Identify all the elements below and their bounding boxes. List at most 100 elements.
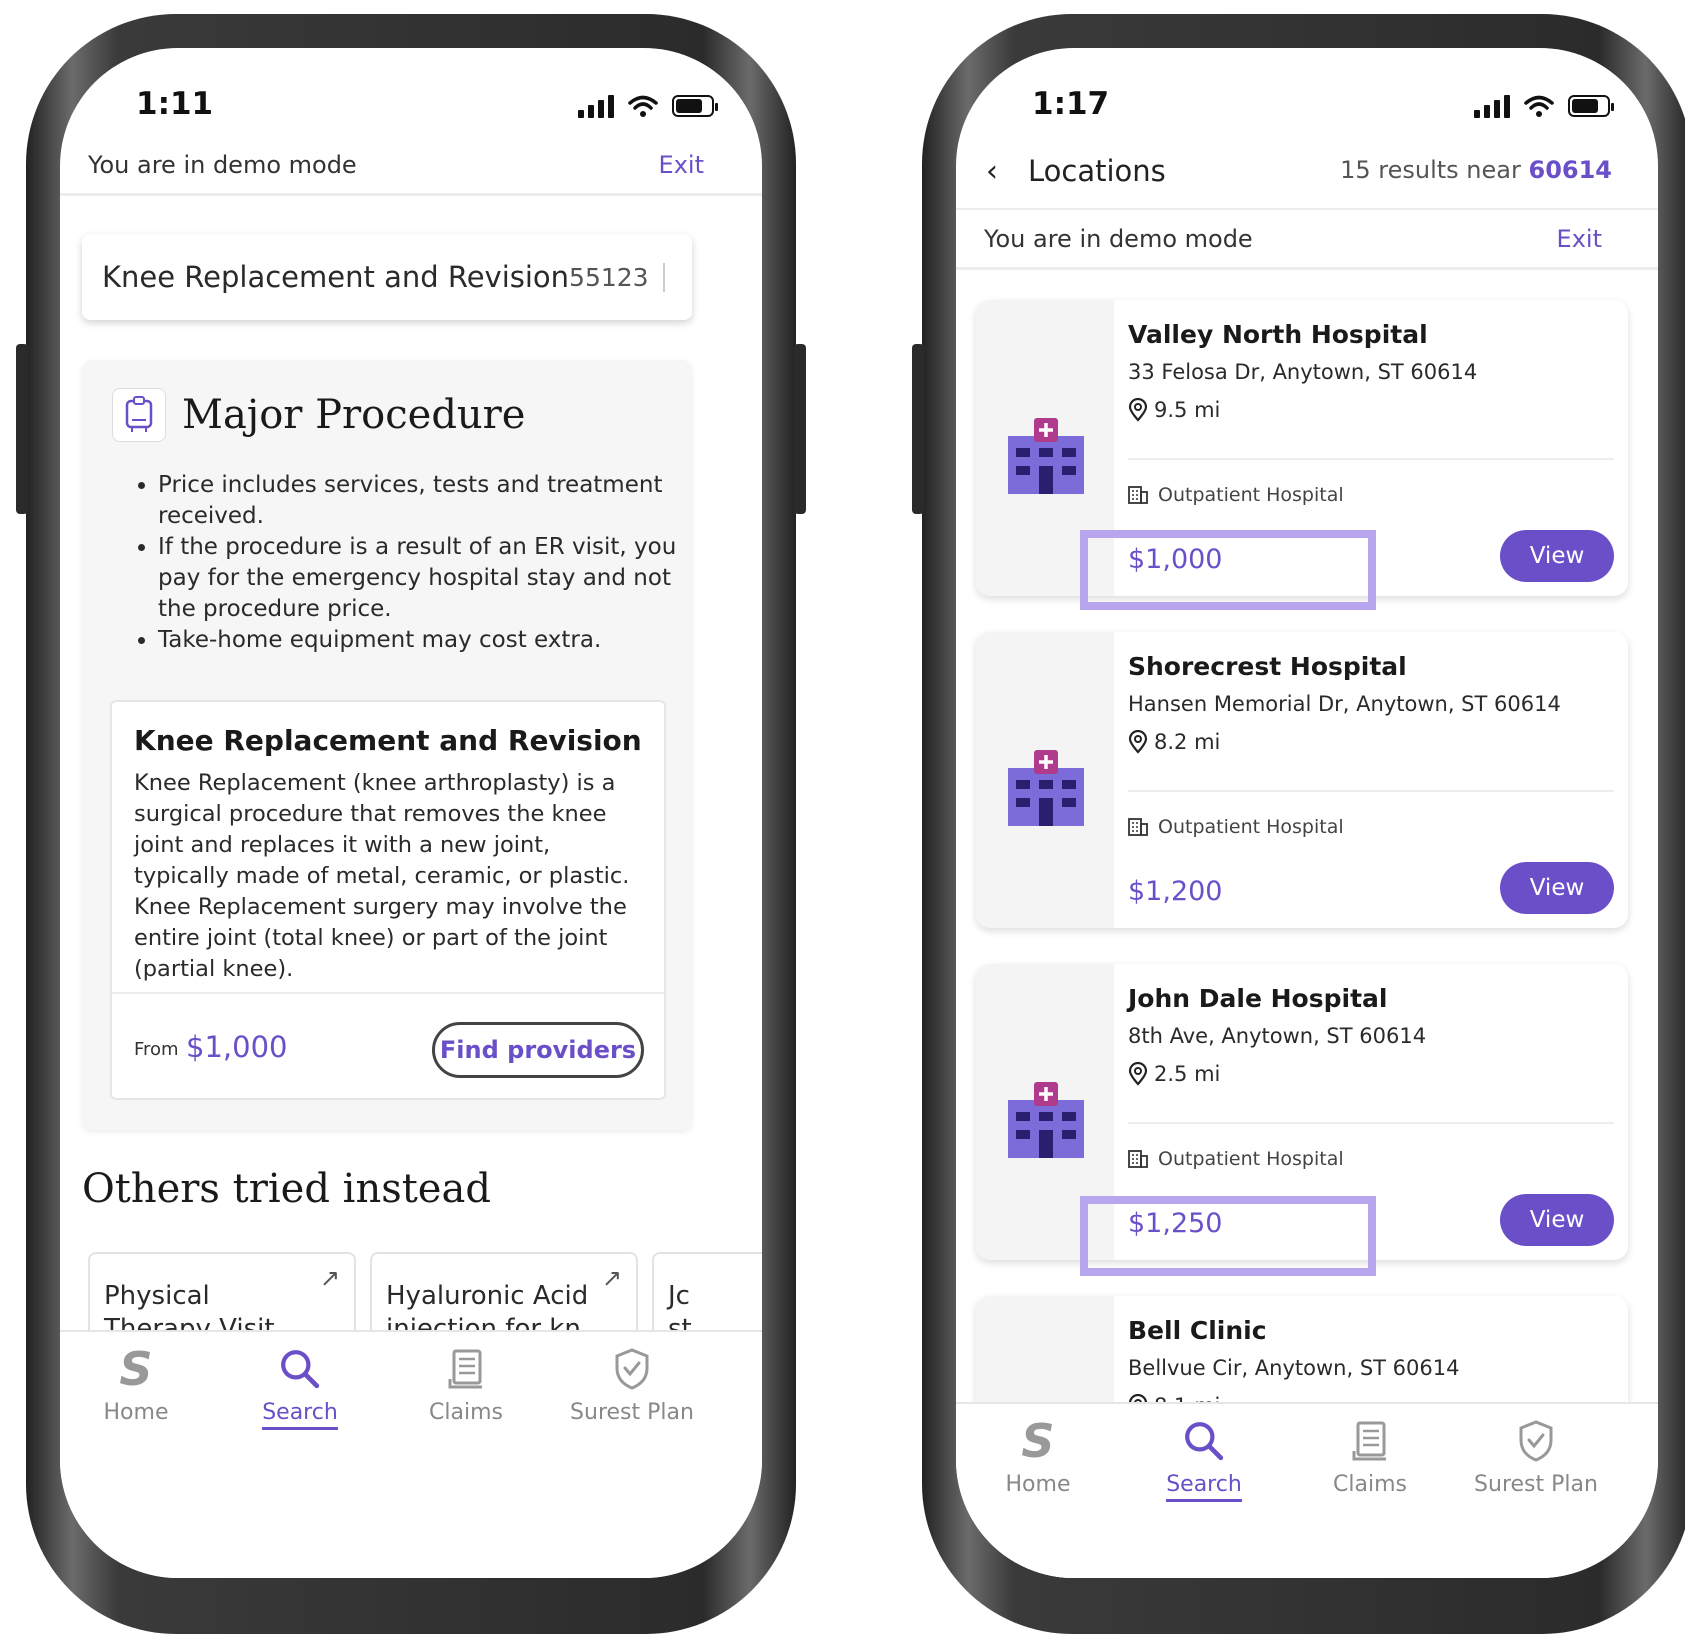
search-icon: [281, 1350, 320, 1389]
status-time: 1:11: [136, 86, 214, 122]
from-label: From: [134, 1039, 179, 1060]
side-button: [794, 344, 806, 514]
view-button[interactable]: View: [1500, 862, 1614, 914]
tab-bar: S Home Search Claims Surest Plan: [60, 1330, 762, 1578]
distance-text: 9.5 mi: [1154, 398, 1221, 422]
location-name: Valley North Hospital: [1128, 320, 1428, 349]
status-icons: [578, 94, 718, 118]
signal-icon: [1474, 94, 1510, 118]
exit-demo-link[interactable]: Exit: [659, 151, 704, 179]
arrow-up-right-icon: ↗: [319, 1264, 340, 1292]
view-button[interactable]: View: [1500, 1194, 1614, 1246]
location-address: Hansen Memorial Dr, Anytown, ST 60614: [1128, 692, 1561, 716]
location-distance: 8.2 mi: [1128, 730, 1220, 754]
bullet-item: Price includes services, tests and treat…: [158, 470, 698, 532]
shield-check-icon: [1519, 1420, 1553, 1462]
location-type: Outpatient Hospital: [1128, 484, 1344, 506]
battery-icon: [672, 95, 718, 117]
left-phone-screen: 1:11 You are in demo mode Exit Knee Repl…: [60, 48, 762, 1578]
location-name: John Dale Hospital: [1128, 984, 1388, 1013]
results-prefix: 15 results near: [1340, 156, 1521, 184]
status-bar: 1:17: [956, 86, 1658, 136]
location-name: Bell Clinic: [1128, 1316, 1267, 1345]
battery-icon: [1568, 95, 1614, 117]
hospital-icon: [1008, 418, 1084, 494]
location-card[interactable]: Shorecrest Hospital Hansen Memorial Dr, …: [976, 632, 1628, 928]
right-phone-frame: 1:17 ‹ Locations 15 results near 60614 Y…: [912, 14, 1685, 1634]
type-text: Outpatient Hospital: [1158, 816, 1344, 838]
search-bar[interactable]: Knee Replacement and Revision 55123: [82, 234, 692, 320]
results-zip[interactable]: 60614: [1529, 156, 1613, 184]
tab-label: Surest Plan: [570, 1400, 694, 1425]
detail-title: Knee Replacement and Revision: [134, 724, 642, 757]
location-distance: 9.5 mi: [1128, 398, 1220, 422]
distance-text: 2.5 mi: [1154, 1062, 1221, 1086]
location-type: Outpatient Hospital: [1128, 1148, 1344, 1170]
building-icon: [1128, 486, 1148, 504]
back-chevron-icon[interactable]: ‹: [986, 154, 998, 189]
tab-label: Search: [262, 1400, 338, 1430]
building-icon: [1128, 1150, 1148, 1168]
search-query[interactable]: Knee Replacement and Revision: [102, 260, 569, 294]
from-price: $1,000: [186, 1030, 288, 1064]
others-title: Others tried instead: [82, 1166, 491, 1212]
wifi-icon: [1524, 95, 1554, 117]
procedure-card: Major Procedure Price includes services,…: [82, 360, 692, 1130]
view-button[interactable]: View: [1500, 530, 1614, 582]
side-button: [16, 344, 28, 514]
find-providers-button[interactable]: Find providers: [432, 1022, 644, 1078]
building-icon: [1128, 818, 1148, 836]
tab-claims[interactable]: Claims: [378, 1344, 554, 1425]
demo-mode-text: You are in demo mode: [88, 150, 357, 179]
shield-check-icon: [615, 1348, 649, 1390]
tab-search[interactable]: Search: [1116, 1416, 1292, 1502]
right-phone-screen: 1:17 ‹ Locations 15 results near 60614 Y…: [956, 48, 1658, 1578]
tab-home[interactable]: S Home: [956, 1414, 1126, 1497]
left-phone-frame: 1:11 You are in demo mode Exit Knee Repl…: [16, 14, 806, 1634]
price-highlight-box: [1080, 530, 1376, 610]
tab-claims[interactable]: Claims: [1282, 1416, 1458, 1497]
procedure-detail-card: Knee Replacement and Revision Knee Repla…: [110, 700, 666, 1100]
price-highlight-box: [1080, 1196, 1376, 1276]
procedure-title: Major Procedure: [182, 392, 526, 438]
surest-logo-icon: S: [1021, 1414, 1055, 1468]
signal-icon: [578, 94, 614, 118]
page-title: Locations: [1028, 154, 1166, 188]
results-count: 15 results near 60614: [1340, 156, 1612, 184]
tab-label: Search: [1166, 1472, 1242, 1502]
tab-home[interactable]: S Home: [60, 1342, 224, 1425]
tab-label: Surest Plan: [1474, 1472, 1598, 1497]
side-button: [912, 344, 924, 514]
location-address: 8th Ave, Anytown, ST 60614: [1128, 1024, 1427, 1048]
type-text: Outpatient Hospital: [1158, 484, 1344, 506]
claims-icon: [1352, 1421, 1386, 1461]
type-text: Outpatient Hospital: [1158, 1148, 1344, 1170]
search-zip[interactable]: 55123: [569, 262, 665, 292]
procedure-bullets: Price includes services, tests and treat…: [122, 470, 698, 656]
status-time: 1:17: [1032, 86, 1110, 122]
map-pin-icon: [1128, 730, 1148, 754]
exit-demo-link[interactable]: Exit: [1557, 225, 1602, 253]
clipboard-icon: [112, 388, 166, 442]
tab-label: Home: [103, 1400, 169, 1425]
tab-search[interactable]: Search: [212, 1344, 388, 1430]
location-distance: 2.5 mi: [1128, 1062, 1220, 1086]
tab-surest-plan[interactable]: Surest Plan: [544, 1344, 720, 1425]
tab-label: Claims: [1333, 1472, 1407, 1497]
tab-surest-plan[interactable]: Surest Plan: [1448, 1416, 1624, 1497]
divider: [1128, 458, 1614, 460]
map-pin-icon: [1128, 398, 1148, 422]
bullet-item: If the procedure is a result of an ER vi…: [158, 532, 698, 625]
wifi-icon: [628, 95, 658, 117]
divider: [1128, 1122, 1614, 1124]
divider: [1128, 790, 1614, 792]
procedure-header: Major Procedure: [112, 388, 525, 442]
status-bar: 1:11: [60, 86, 762, 136]
location-price: $1,200: [1128, 876, 1223, 907]
bullet-item: Take-home equipment may cost extra.: [158, 625, 698, 656]
surest-logo-icon: S: [119, 1342, 153, 1396]
status-icons: [1474, 94, 1614, 118]
arrow-up-right-icon: ↗: [601, 1264, 622, 1292]
detail-text: Knee Replacement (knee arthroplasty) is …: [134, 770, 630, 982]
map-pin-icon: [1128, 1062, 1148, 1086]
